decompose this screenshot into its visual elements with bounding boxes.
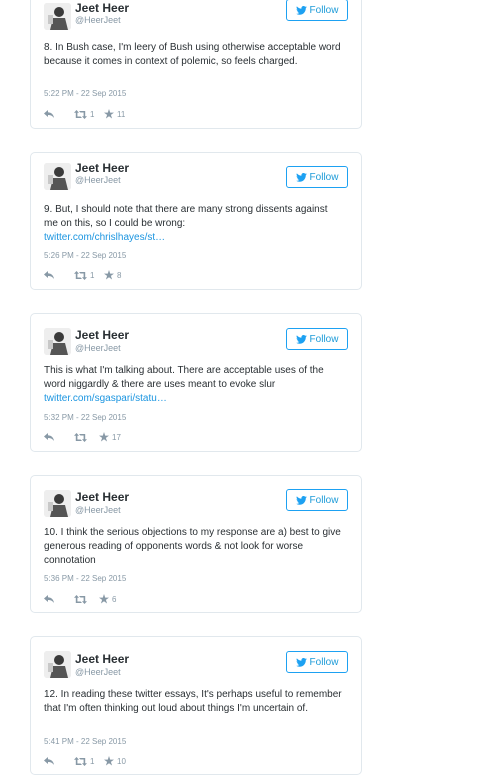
follow-label: Follow (309, 333, 339, 345)
star-icon (99, 594, 109, 604)
tweet-actions: 17 (44, 431, 121, 443)
favorite-button[interactable]: 10 (104, 756, 126, 766)
follow-button[interactable]: Follow (286, 651, 348, 673)
author-handle[interactable]: @HeerJeet (75, 343, 121, 353)
retweet-icon (74, 270, 87, 280)
tweet-card: Jeet Heer @HeerJeet Follow 10. I think t… (30, 475, 362, 613)
author-name[interactable]: Jeet Heer (75, 1, 129, 15)
bird-icon (295, 334, 307, 344)
tweet-actions: 6 (44, 593, 116, 605)
tweet-card: Jeet Heer @HeerJeet Follow 8. In Bush ca… (30, 0, 362, 129)
tweet-actions: 1 8 (44, 269, 121, 281)
tweet-link[interactable]: twitter.com/chrislhayes/st… (44, 231, 344, 245)
tweet-body: 9. But, I should note that there are man… (44, 204, 328, 229)
reply-button[interactable] (44, 433, 74, 441)
follow-label: Follow (309, 494, 339, 506)
bird-icon (295, 172, 307, 182)
tweet-link[interactable]: twitter.com/sgaspari/statu… (44, 392, 344, 406)
follow-button[interactable]: Follow (286, 328, 348, 350)
favorite-button[interactable]: 11 (104, 109, 125, 119)
retweet-count: 1 (90, 109, 95, 119)
favorite-count: 11 (117, 109, 126, 119)
follow-label: Follow (309, 171, 339, 183)
star-icon (104, 109, 114, 119)
reply-icon (44, 110, 54, 118)
author-handle[interactable]: @HeerJeet (75, 175, 121, 185)
author-name[interactable]: Jeet Heer (75, 490, 129, 504)
tweet-timestamp[interactable]: 5:26 PM - 22 Sep 2015 (44, 251, 126, 260)
author-handle[interactable]: @HeerJeet (75, 667, 121, 677)
bird-icon (295, 495, 307, 505)
retweet-button[interactable] (74, 594, 99, 604)
favorite-button[interactable]: 17 (99, 432, 121, 442)
author-handle[interactable]: @HeerJeet (75, 15, 121, 25)
avatar[interactable] (44, 3, 71, 30)
follow-button[interactable]: Follow (286, 166, 348, 188)
star-icon (104, 756, 114, 766)
tweet-actions: 1 11 (44, 108, 125, 120)
reply-icon (44, 595, 54, 603)
tweet-timestamp[interactable]: 5:32 PM - 22 Sep 2015 (44, 413, 126, 422)
favorite-count: 17 (112, 432, 121, 442)
favorite-button[interactable]: 6 (99, 594, 116, 604)
retweet-icon (74, 432, 87, 442)
reply-button[interactable] (44, 757, 74, 765)
author-name[interactable]: Jeet Heer (75, 652, 129, 666)
tweet-body: 10. I think the serious objections to my… (44, 527, 341, 566)
reply-button[interactable] (44, 271, 74, 279)
tweet-timestamp[interactable]: 5:41 PM - 22 Sep 2015 (44, 737, 126, 746)
follow-button[interactable]: Follow (286, 489, 348, 511)
tweet-text: 9. But, I should note that there are man… (44, 203, 344, 245)
bird-icon (295, 657, 307, 667)
reply-icon (44, 271, 54, 279)
follow-label: Follow (309, 4, 339, 16)
author-name[interactable]: Jeet Heer (75, 161, 129, 175)
favorite-count: 8 (117, 270, 122, 280)
favorite-button[interactable]: 8 (104, 270, 121, 280)
tweet-body: 8. In Bush case, I'm leery of Bush using… (44, 42, 341, 67)
retweet-button[interactable]: 1 (74, 756, 104, 766)
follow-button[interactable]: Follow (286, 0, 348, 21)
tweet-actions: 1 10 (44, 755, 126, 767)
reply-icon (44, 433, 54, 441)
favorite-count: 10 (117, 756, 126, 766)
avatar[interactable] (44, 163, 71, 190)
retweet-icon (74, 756, 87, 766)
retweet-button[interactable]: 1 (74, 109, 104, 119)
star-icon (104, 270, 114, 280)
tweet-text: 8. In Bush case, I'm leery of Bush using… (44, 41, 344, 69)
tweet-body: 12. In reading these twitter essays, It'… (44, 689, 342, 714)
avatar[interactable] (44, 328, 71, 355)
retweet-count: 1 (90, 756, 95, 766)
tweet-text: 12. In reading these twitter essays, It'… (44, 688, 344, 716)
follow-label: Follow (309, 656, 339, 668)
reply-button[interactable] (44, 595, 74, 603)
retweet-icon (74, 594, 87, 604)
tweet-text: This is what I'm talking about. There ar… (44, 364, 344, 406)
tweet-card: Jeet Heer @HeerJeet Follow 12. In readin… (30, 636, 362, 775)
favorite-count: 6 (112, 594, 117, 604)
author-handle[interactable]: @HeerJeet (75, 505, 121, 515)
tweet-timestamp[interactable]: 5:36 PM - 22 Sep 2015 (44, 574, 126, 583)
tweet-card: Jeet Heer @HeerJeet Follow 9. But, I sho… (30, 152, 362, 290)
tweet-timestamp[interactable]: 5:22 PM - 22 Sep 2015 (44, 89, 126, 98)
tweet-body: This is what I'm talking about. There ar… (44, 365, 324, 390)
tweet-card: Jeet Heer @HeerJeet Follow This is what … (30, 313, 362, 452)
retweet-count: 1 (90, 270, 95, 280)
author-name[interactable]: Jeet Heer (75, 328, 129, 342)
tweet-text: 10. I think the serious objections to my… (44, 526, 344, 568)
retweet-button[interactable] (74, 432, 99, 442)
reply-icon (44, 757, 54, 765)
bird-icon (295, 5, 307, 15)
star-icon (99, 432, 109, 442)
avatar[interactable] (44, 651, 71, 678)
retweet-icon (74, 109, 87, 119)
retweet-button[interactable]: 1 (74, 270, 104, 280)
reply-button[interactable] (44, 110, 74, 118)
avatar[interactable] (44, 490, 71, 517)
